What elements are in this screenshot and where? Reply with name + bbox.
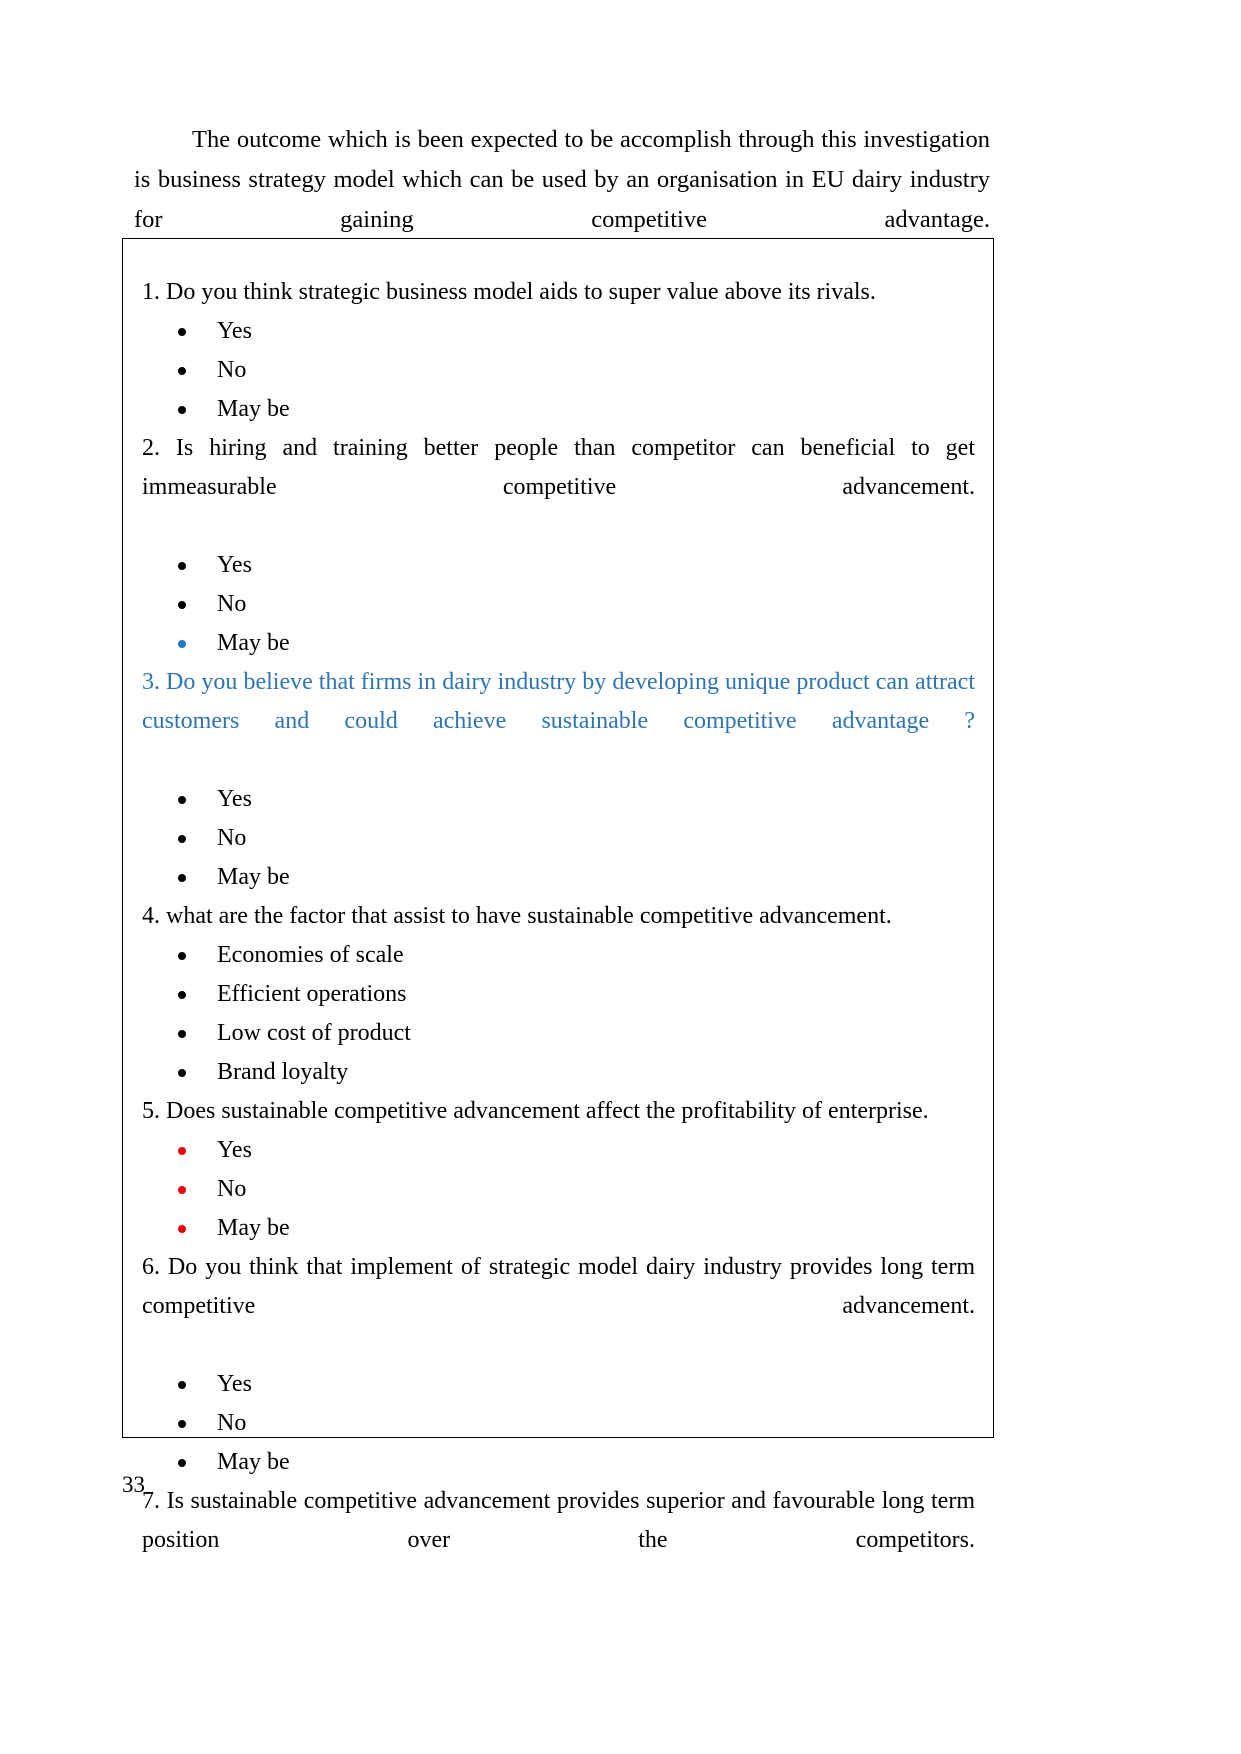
option-label: Yes [217,318,252,344]
bullet-icon [178,1458,186,1467]
option-label: No [217,825,247,851]
bullet-icon [178,405,186,414]
option-item[interactable]: No [140,351,975,390]
option-label: No [217,357,247,383]
bullet-icon [178,1068,186,1077]
option-label: No [217,1176,247,1202]
question-text: 4. what are the factor that assist to ha… [142,903,892,929]
bullet-icon [178,1146,186,1155]
option-item[interactable]: No [140,585,975,624]
question-text: 1. Do you think strategic business model… [142,279,876,305]
option-item[interactable]: Low cost of product [140,1014,975,1053]
option-label: Yes [217,786,252,812]
option-label: No [217,591,247,617]
option-label: Economies of scale [217,942,404,968]
bullet-icon [178,561,186,570]
option-item[interactable]: Brand loyalty [140,1053,975,1092]
question-text: 7. Is sustainable competitive advancemen… [142,1488,975,1553]
question-text: 5. Does sustainable competitive advancem… [142,1098,929,1124]
option-item[interactable]: No [140,819,975,858]
question-options: Yes No May be [140,312,975,429]
option-label: May be [217,1215,290,1241]
bullet-icon [178,990,186,999]
question-options: Yes No May be [140,1365,975,1482]
option-label: Efficient operations [217,981,407,1007]
option-item[interactable]: May be [140,624,975,663]
question-options: Yes No May be [140,1131,975,1248]
question-text: 2. Is hiring and training better people … [142,435,975,500]
questionnaire-list: 1. Do you think strategic business model… [123,273,993,1599]
option-label: May be [217,864,290,890]
document-page: The outcome which is been expected to be… [0,0,1241,1754]
option-label: Yes [217,552,252,578]
bullet-icon [178,1419,186,1428]
option-item[interactable]: No [140,1170,975,1209]
bullet-icon [178,327,186,336]
option-item[interactable]: Efficient operations [140,975,975,1014]
option-item[interactable]: May be [140,1209,975,1248]
option-label: May be [217,396,290,422]
bullet-icon [178,834,186,843]
option-item[interactable]: Yes [140,1131,975,1170]
bullet-icon [178,1224,186,1233]
option-label: No [217,1410,247,1436]
option-item[interactable]: Yes [140,312,975,351]
option-label: May be [217,1449,290,1475]
bullet-icon [178,951,186,960]
option-item[interactable]: Economies of scale [140,936,975,975]
bullet-icon [178,1380,186,1389]
bullet-icon [178,795,186,804]
bullet-icon [178,873,186,882]
question-options: Economies of scale Efficient operations Lo… [140,936,975,1092]
option-label: Yes [217,1371,252,1397]
option-item[interactable]: No [140,1404,975,1443]
option-item[interactable]: Yes [140,546,975,585]
bullet-icon [178,1029,186,1038]
question-text: 3. Do you believe that firms in dairy in… [142,669,975,734]
option-item[interactable]: Yes [140,1365,975,1404]
option-item[interactable]: May be [140,390,975,429]
questionnaire-box: 1. Do you think strategic business model… [122,238,994,1553]
bullet-icon [178,1185,186,1194]
bullet-icon [178,639,186,648]
bullet-icon [178,600,186,609]
option-label: Yes [217,1137,252,1163]
option-label: Low cost of product [217,1020,411,1046]
bullet-icon [178,366,186,375]
question-options: Yes No May be [140,546,975,663]
option-item[interactable]: May be [140,858,975,897]
option-label: May be [217,630,290,656]
option-item[interactable]: May be [140,1443,975,1482]
question-text: 6. Do you think that implement of strate… [142,1254,975,1319]
option-label: Brand loyalty [217,1059,349,1085]
question-options: Yes No May be [140,780,975,897]
page-number: 33 [122,1472,145,1497]
option-item[interactable]: Yes [140,780,975,819]
